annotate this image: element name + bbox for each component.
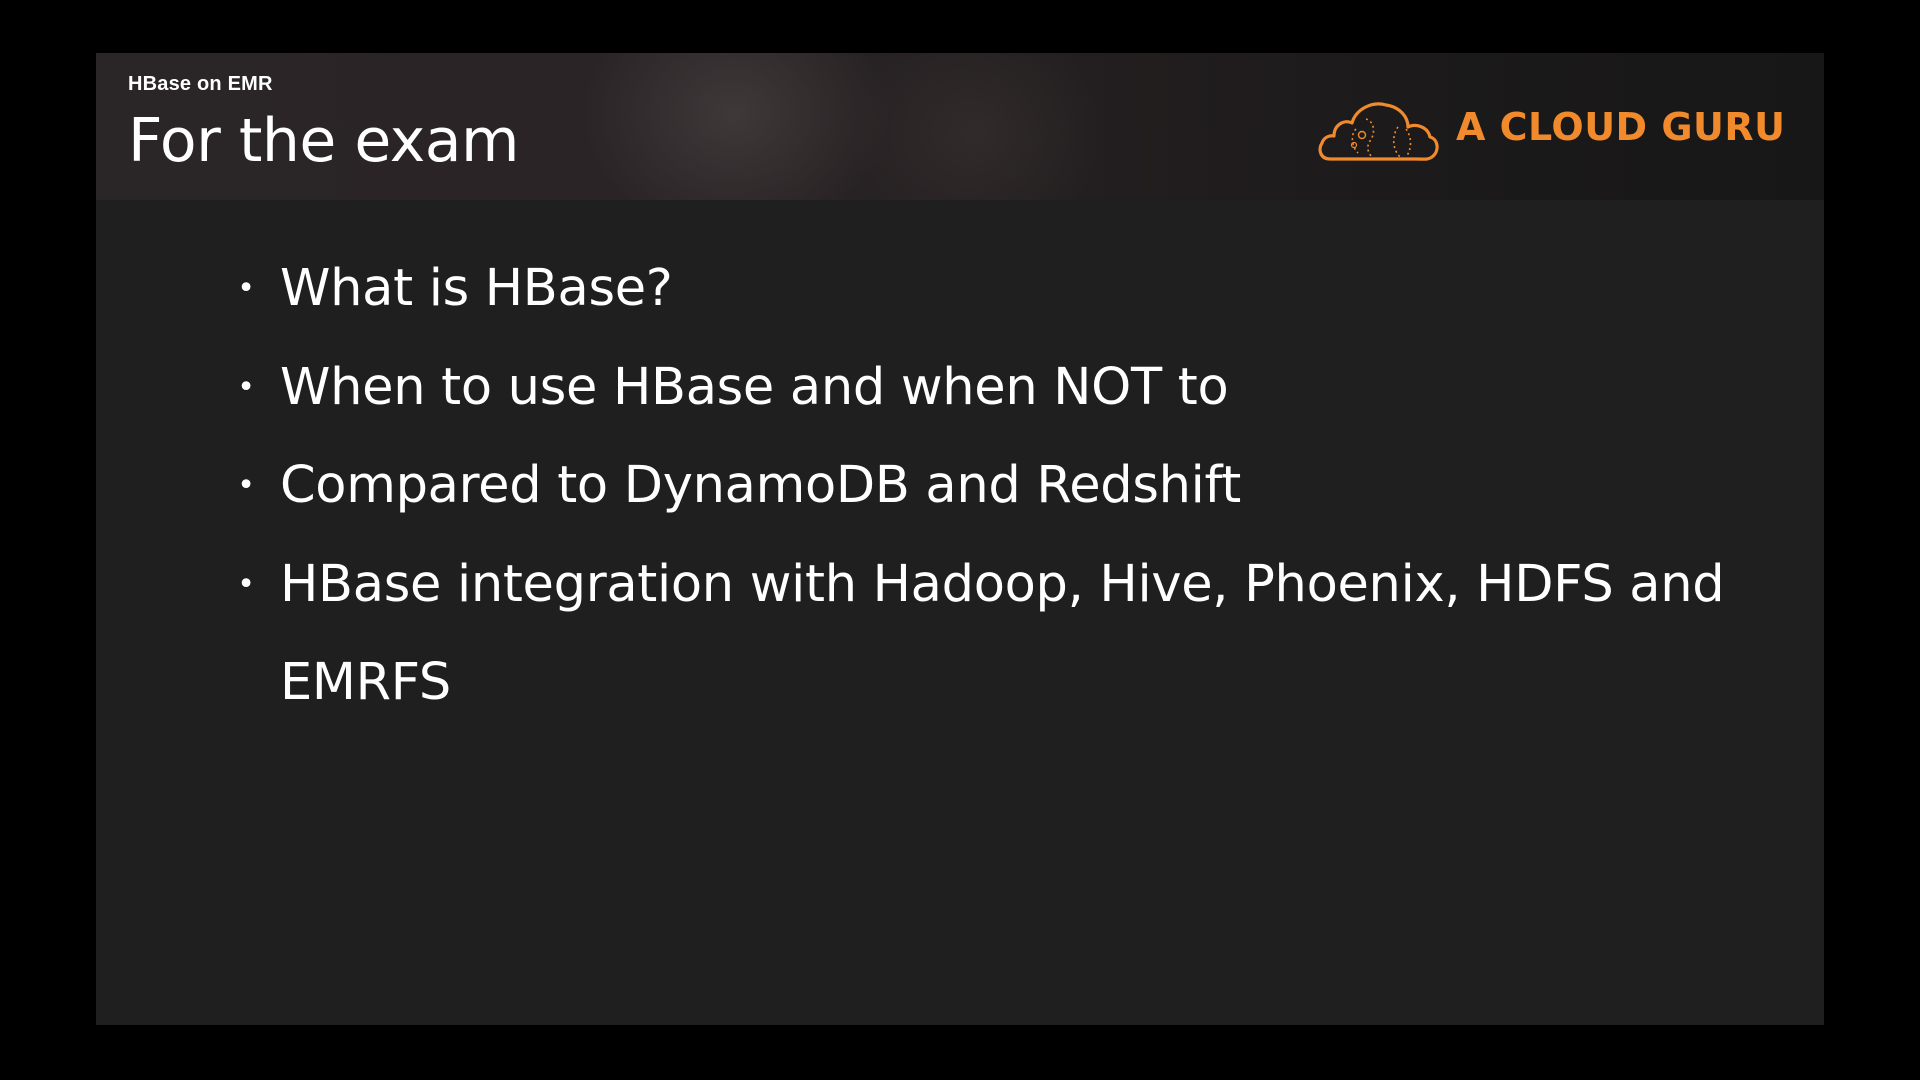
bullet-text: What is HBase? bbox=[280, 259, 673, 318]
bullet-item: • What is HBase? bbox=[236, 240, 1776, 339]
slide: HBase on EMR For the exam A CLOUD GURU •… bbox=[96, 53, 1824, 1025]
slide-title: For the exam bbox=[128, 106, 519, 176]
bullet-marker: • bbox=[237, 468, 255, 503]
bullet-item: • Compared to DynamoDB and Redshift bbox=[236, 437, 1776, 536]
brand-logo-text: A CLOUD GURU bbox=[1456, 105, 1786, 149]
bullet-item: • When to use HBase and when NOT to bbox=[236, 339, 1776, 438]
bullet-text: Compared to DynamoDB and Redshift bbox=[280, 456, 1241, 515]
bullet-marker: • bbox=[237, 566, 255, 602]
bullet-text: HBase integration with Hadoop, Hive, Pho… bbox=[280, 554, 1725, 713]
slide-header: HBase on EMR For the exam A CLOUD GURU bbox=[96, 53, 1824, 200]
bullet-item: • HBase integration with Hadoop, Hive, P… bbox=[236, 536, 1776, 733]
cloud-logo-icon bbox=[1318, 102, 1439, 161]
bullet-text: When to use HBase and when NOT to bbox=[280, 357, 1229, 417]
bullet-marker: • bbox=[237, 271, 255, 306]
brand-logo: A CLOUD GURU bbox=[1316, 89, 1785, 165]
bullet-list: • What is HBase? • When to use HBase and… bbox=[236, 240, 1776, 733]
bullet-marker: • bbox=[237, 369, 255, 405]
course-label: HBase on EMR bbox=[128, 73, 273, 95]
